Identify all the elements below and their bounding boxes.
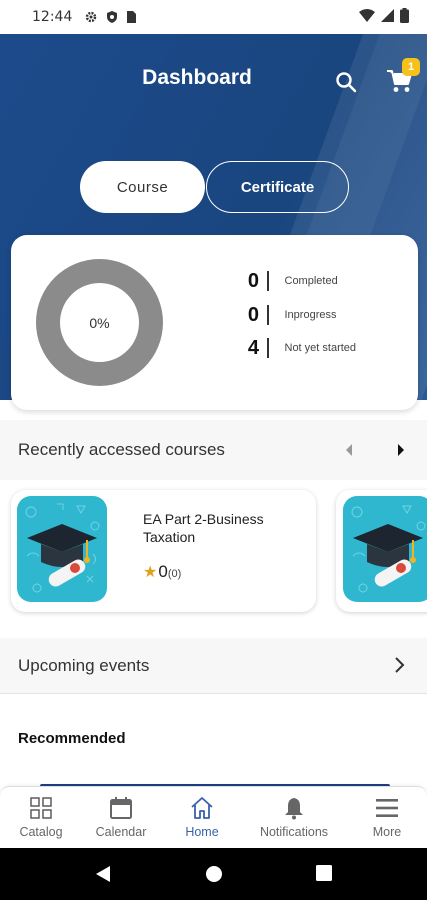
home-system-button[interactable] bbox=[205, 865, 223, 888]
shield-status-icon bbox=[106, 10, 118, 24]
dashboard-tabs: Course Certificate bbox=[80, 161, 349, 213]
progress-percent: 0% bbox=[60, 283, 139, 362]
chevron-right-icon bbox=[393, 656, 405, 679]
stat-completed: 0 Completed bbox=[237, 268, 338, 294]
carousel-next-button[interactable] bbox=[396, 443, 406, 462]
caret-left-icon bbox=[346, 444, 352, 456]
section-title: Upcoming events bbox=[18, 655, 150, 675]
status-time: 12:44 bbox=[32, 9, 73, 25]
progress-summary-card: 0% 0 Completed 0 Inprogress 4 Not yet st… bbox=[11, 235, 418, 410]
bell-icon bbox=[282, 795, 306, 821]
course-thumbnail bbox=[17, 496, 107, 602]
course-card[interactable] bbox=[336, 490, 427, 612]
rating-count: (0) bbox=[167, 568, 182, 580]
search-button[interactable] bbox=[334, 70, 358, 94]
wifi-icon bbox=[359, 8, 375, 26]
stat-label: Inprogress bbox=[284, 309, 337, 321]
stat-label: Not yet started bbox=[284, 342, 357, 354]
grid-icon bbox=[29, 795, 53, 821]
course-thumbnail bbox=[343, 496, 427, 602]
nav-more[interactable]: More bbox=[342, 795, 427, 839]
stat-inprogress: 0 Inprogress bbox=[237, 302, 337, 328]
caret-right-icon bbox=[398, 444, 404, 456]
recommended-title: Recommended bbox=[18, 730, 126, 747]
search-icon bbox=[336, 72, 357, 93]
carousel-prev-button[interactable] bbox=[344, 443, 354, 462]
status-bar: 12:44 bbox=[0, 0, 427, 34]
stat-divider bbox=[267, 338, 269, 358]
stat-divider bbox=[267, 271, 269, 291]
battery-icon bbox=[400, 7, 409, 27]
stat-not-started: 4 Not yet started bbox=[237, 335, 356, 361]
nav-label: Catalog bbox=[19, 825, 63, 839]
system-navigation-bar bbox=[0, 848, 427, 900]
stat-value: 0 bbox=[247, 269, 259, 292]
menu-icon bbox=[375, 795, 399, 821]
signal-icon bbox=[381, 8, 394, 26]
nav-home[interactable]: Home bbox=[157, 795, 247, 839]
graduation-cap-icon bbox=[25, 503, 100, 593]
nav-label: Home bbox=[185, 825, 219, 839]
nav-label: Calendar bbox=[95, 825, 147, 839]
back-button[interactable] bbox=[95, 865, 111, 888]
stat-value: 0 bbox=[247, 303, 259, 326]
upcoming-events-row[interactable]: Upcoming events bbox=[0, 638, 427, 694]
recents-button[interactable] bbox=[316, 865, 332, 886]
stat-value: 4 bbox=[247, 336, 259, 359]
home-icon bbox=[190, 795, 214, 821]
nav-notifications[interactable]: Notifications bbox=[249, 795, 339, 839]
cart-count-badge: 1 bbox=[402, 58, 420, 76]
home-circle-icon bbox=[206, 866, 222, 882]
recents-square-icon bbox=[316, 865, 332, 881]
course-rating: ★ 0 (0) bbox=[143, 562, 181, 582]
nav-label: More bbox=[372, 825, 402, 839]
calendar-icon bbox=[109, 795, 133, 821]
tab-certificate[interactable]: Certificate bbox=[206, 161, 349, 213]
sim-status-icon bbox=[126, 10, 137, 24]
section-title: Recently accessed courses bbox=[18, 440, 225, 459]
settings-status-icon bbox=[84, 10, 98, 24]
graduation-cap-icon bbox=[351, 505, 426, 593]
rating-value: 0 bbox=[158, 562, 168, 581]
star-icon: ★ bbox=[143, 564, 158, 581]
bottom-navigation: Catalog Calendar Home Notifications More bbox=[0, 786, 427, 848]
progress-donut-chart: 0% bbox=[36, 259, 163, 386]
nav-catalog[interactable]: Catalog bbox=[0, 795, 86, 839]
course-title: EA Part 2-Business Taxation bbox=[143, 511, 264, 545]
nav-calendar[interactable]: Calendar bbox=[76, 795, 166, 839]
back-triangle-icon bbox=[96, 866, 110, 882]
stat-divider bbox=[267, 305, 269, 325]
nav-label: Notifications bbox=[259, 825, 329, 839]
tab-course[interactable]: Course bbox=[80, 161, 205, 213]
stat-label: Completed bbox=[284, 275, 338, 287]
recent-courses-header: Recently accessed courses bbox=[0, 420, 427, 480]
course-card[interactable]: EA Part 2-Business Taxation ★ 0 (0) bbox=[11, 490, 316, 612]
